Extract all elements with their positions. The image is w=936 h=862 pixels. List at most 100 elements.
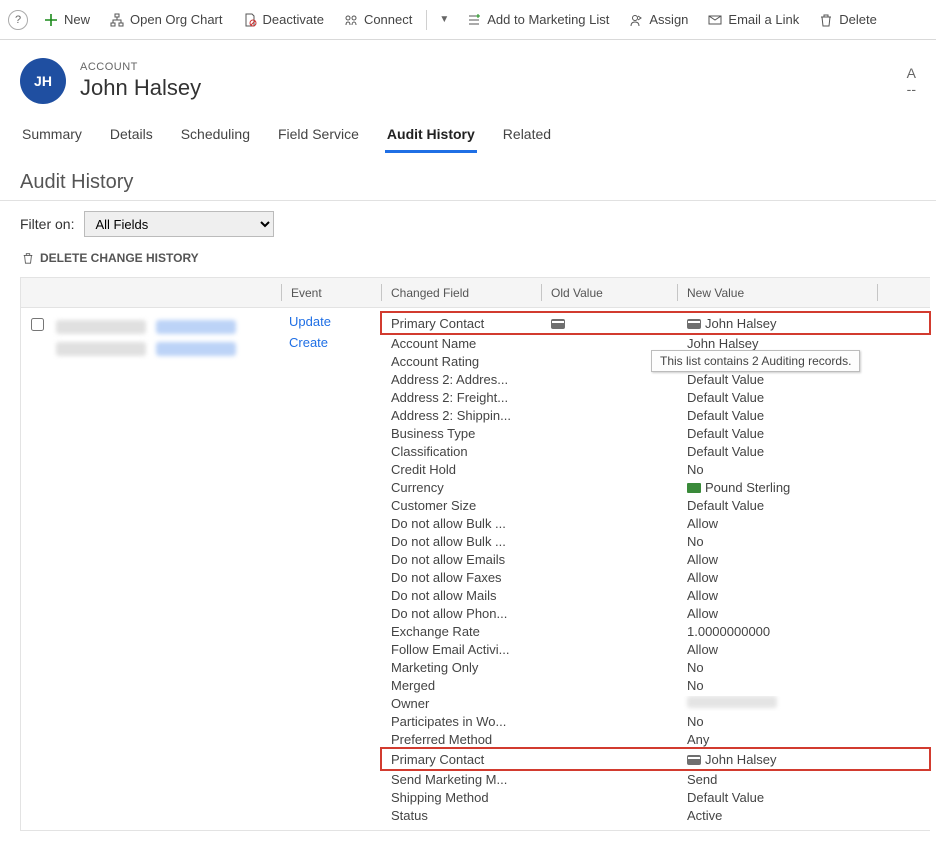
column-new-value-header[interactable]: New Value [677,278,877,307]
column-changed-field-header[interactable]: Changed Field [381,278,541,307]
changed-field-cell: Do not allow Bulk ... [381,534,541,549]
record-name: John Halsey [80,75,201,101]
record-header: JH ACCOUNT John Halsey A -- [0,40,936,114]
new-value-cell: John Halsey [677,336,877,351]
audit-row[interactable]: Do not allow MailsAllow [381,586,930,604]
old-value-cell [541,316,677,331]
row-select-checkbox[interactable] [31,318,44,331]
changed-field-cell: Exchange Rate [381,624,541,639]
audit-row[interactable]: Do not allow EmailsAllow [381,550,930,568]
new-value-cell: No [677,660,877,675]
email-a-link-button[interactable]: Email a Link [700,8,807,31]
changed-field-cell: Participates in Wo... [381,714,541,729]
audit-row[interactable]: Primary ContactJohn Halsey [381,748,930,770]
audit-row[interactable]: Do not allow Faxes Allow [381,568,930,586]
separator [426,10,427,30]
changed-field-cell: Send Marketing M... [381,772,541,787]
header-right-bottom: -- [907,81,916,97]
open-org-chart-button[interactable]: Open Org Chart [102,8,231,31]
changed-field-cell: Account Rating [381,354,541,369]
changed-field-cell: Status [381,808,541,823]
changed-field-cell: Do not allow Mails [381,588,541,603]
column-old-value-header[interactable]: Old Value [541,278,677,307]
add-to-marketing-list-button[interactable]: Add to Marketing List [459,8,617,31]
audit-row[interactable]: Owner [381,694,930,712]
trash-icon [22,252,34,264]
audit-row[interactable]: Marketing Only No [381,658,930,676]
audit-row[interactable]: Do not allow Bulk ...No [381,532,930,550]
audit-row[interactable]: Business Type Default Value [381,424,930,442]
changed-field-cell: Primary Contact [381,316,541,331]
tab-scheduling[interactable]: Scheduling [179,120,252,153]
new-button[interactable]: New [36,8,98,31]
tab-field-service[interactable]: Field Service [276,120,361,153]
audit-row[interactable]: Primary ContactJohn Halsey [381,312,930,334]
event-link[interactable]: Update [289,314,373,329]
changed-field-cell: Address 2: Addres... [381,372,541,387]
changed-field-cell: Currency [381,480,541,495]
grid-left-column [21,308,281,830]
connect-dropdown-icon[interactable]: ▼ [433,14,455,25]
changed-field-cell: Credit Hold [381,462,541,477]
new-value-cell: Allow [677,570,877,585]
tab-details[interactable]: Details [108,120,155,153]
new-value-cell: Allow [677,642,877,657]
assign-button[interactable]: Assign [621,8,696,31]
deactivate-icon [243,13,257,27]
audit-row[interactable]: Send Marketing M...Send [381,770,930,788]
new-value-cell: Allow [677,516,877,531]
changed-field-cell: Marketing Only [381,660,541,675]
new-value-cell: 1.0000000000 [677,624,877,639]
audit-row[interactable]: Address 2: Freight...Default Value [381,388,930,406]
audit-row[interactable]: MergedNo [381,676,930,694]
tab-related[interactable]: Related [501,120,553,153]
delete-change-history-button[interactable]: DELETE CHANGE HISTORY [0,247,936,277]
tab-audit-history[interactable]: Audit History [385,120,477,153]
connect-button[interactable]: Connect [336,8,420,31]
new-value-cell: Default Value [677,498,877,513]
new-value-cell: Pound Sterling [677,480,877,495]
event-link[interactable]: Create [289,335,373,350]
audit-row[interactable]: Address 2: Addres...Default Value [381,370,930,388]
command-bar: ? New Open Org Chart Deactivate Connect … [0,0,936,40]
audit-row[interactable]: Do not allow Phon...Allow [381,604,930,622]
changed-field-cell: Owner [381,696,541,711]
help-icon[interactable]: ? [8,10,28,30]
new-value-cell: Default Value [677,444,877,459]
audit-row[interactable]: Credit HoldNo [381,460,930,478]
audit-row[interactable]: Follow Email Activi...Allow [381,640,930,658]
column-old-value-label: Old Value [551,286,603,300]
audit-row[interactable]: Exchange Rate 1.0000000000 [381,622,930,640]
delete-button[interactable]: Delete [811,8,885,31]
changed-field-cell: Business Type [381,426,541,441]
plus-icon [44,13,58,27]
redacted-text [56,320,146,334]
audit-row[interactable]: Shipping MethodDefault Value [381,788,930,806]
audit-row[interactable]: Customer SizeDefault Value [381,496,930,514]
audit-row[interactable]: Preferred MethodAny [381,730,930,748]
audit-row[interactable]: Address 2: Shippin...Default Value [381,406,930,424]
connect-icon [344,13,358,27]
audit-row[interactable]: Participates in Wo...No [381,712,930,730]
changed-field-cell: Do not allow Bulk ... [381,516,541,531]
filter-row: Filter on: All Fields [0,201,936,247]
filter-select[interactable]: All Fields [84,211,274,237]
audit-row[interactable]: Do not allow Bulk ... Allow [381,514,930,532]
new-value-cell: Default Value [677,426,877,441]
email-link-icon [708,13,722,27]
column-event-header[interactable]: Event [281,278,381,307]
deactivate-label: Deactivate [263,12,324,27]
audit-row[interactable]: StatusActive [381,806,930,824]
changed-field-cell: Do not allow Faxes [381,570,541,585]
changed-field-cell: Account Name [381,336,541,351]
tab-summary[interactable]: Summary [20,120,84,153]
data-columns: This list contains 2 Auditing records. P… [381,308,930,830]
contact-card-icon [551,319,565,329]
audit-row[interactable]: Currency Pound Sterling [381,478,930,496]
audit-row[interactable]: ClassificationDefault Value [381,442,930,460]
changed-field-cell: Primary Contact [381,752,541,767]
changed-field-cell: Do not allow Phon... [381,606,541,621]
contact-card-icon [687,755,701,765]
deactivate-button[interactable]: Deactivate [235,8,332,31]
email-a-link-label: Email a Link [728,12,799,27]
